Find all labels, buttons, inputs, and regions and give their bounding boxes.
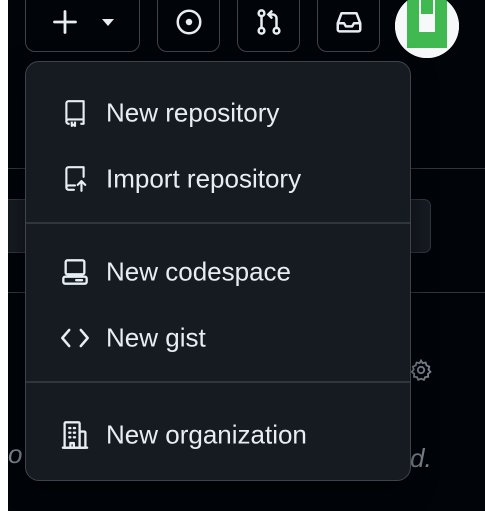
code-icon <box>59 322 91 354</box>
create-new-menu: New repository Import repository New cod… <box>25 61 411 481</box>
issue-opened-icon <box>176 9 201 35</box>
git-pull-request-icon <box>256 9 281 35</box>
inbox-icon <box>336 12 361 33</box>
app-screen: o d. New repository Import repository Ne… <box>8 0 485 511</box>
pull-requests-button[interactable] <box>237 0 300 52</box>
organization-icon <box>59 419 91 451</box>
create-new-button[interactable] <box>25 0 140 52</box>
menu-item-label: New gist <box>106 322 206 353</box>
menu-item-new-organization[interactable]: New organization <box>34 407 402 463</box>
menu-item-new-repository[interactable]: New repository <box>34 85 402 141</box>
menu-item-import-repository[interactable]: Import repository <box>34 151 402 207</box>
identicon-avatar-icon <box>395 0 459 58</box>
background-text-fragment: d. <box>410 443 432 473</box>
menu-divider <box>26 381 410 383</box>
avatar[interactable] <box>395 0 459 58</box>
plus-icon <box>52 10 77 34</box>
repo-icon <box>59 97 91 129</box>
chevron-down-icon <box>101 19 114 26</box>
menu-divider <box>26 222 410 224</box>
menu-item-label: New codespace <box>106 256 291 287</box>
menu-item-new-gist[interactable]: New gist <box>34 310 402 366</box>
gear-icon[interactable] <box>409 358 433 382</box>
menu-item-label: Import repository <box>106 163 302 194</box>
menu-item-label: New repository <box>106 97 280 128</box>
issues-button[interactable] <box>157 0 220 52</box>
codespaces-icon <box>59 256 91 288</box>
repo-push-icon <box>59 163 91 195</box>
menu-item-new-codespace[interactable]: New codespace <box>34 244 402 300</box>
menu-item-label: New organization <box>106 419 307 450</box>
background-text-fragment: o <box>8 439 23 469</box>
inbox-button[interactable] <box>317 0 380 52</box>
